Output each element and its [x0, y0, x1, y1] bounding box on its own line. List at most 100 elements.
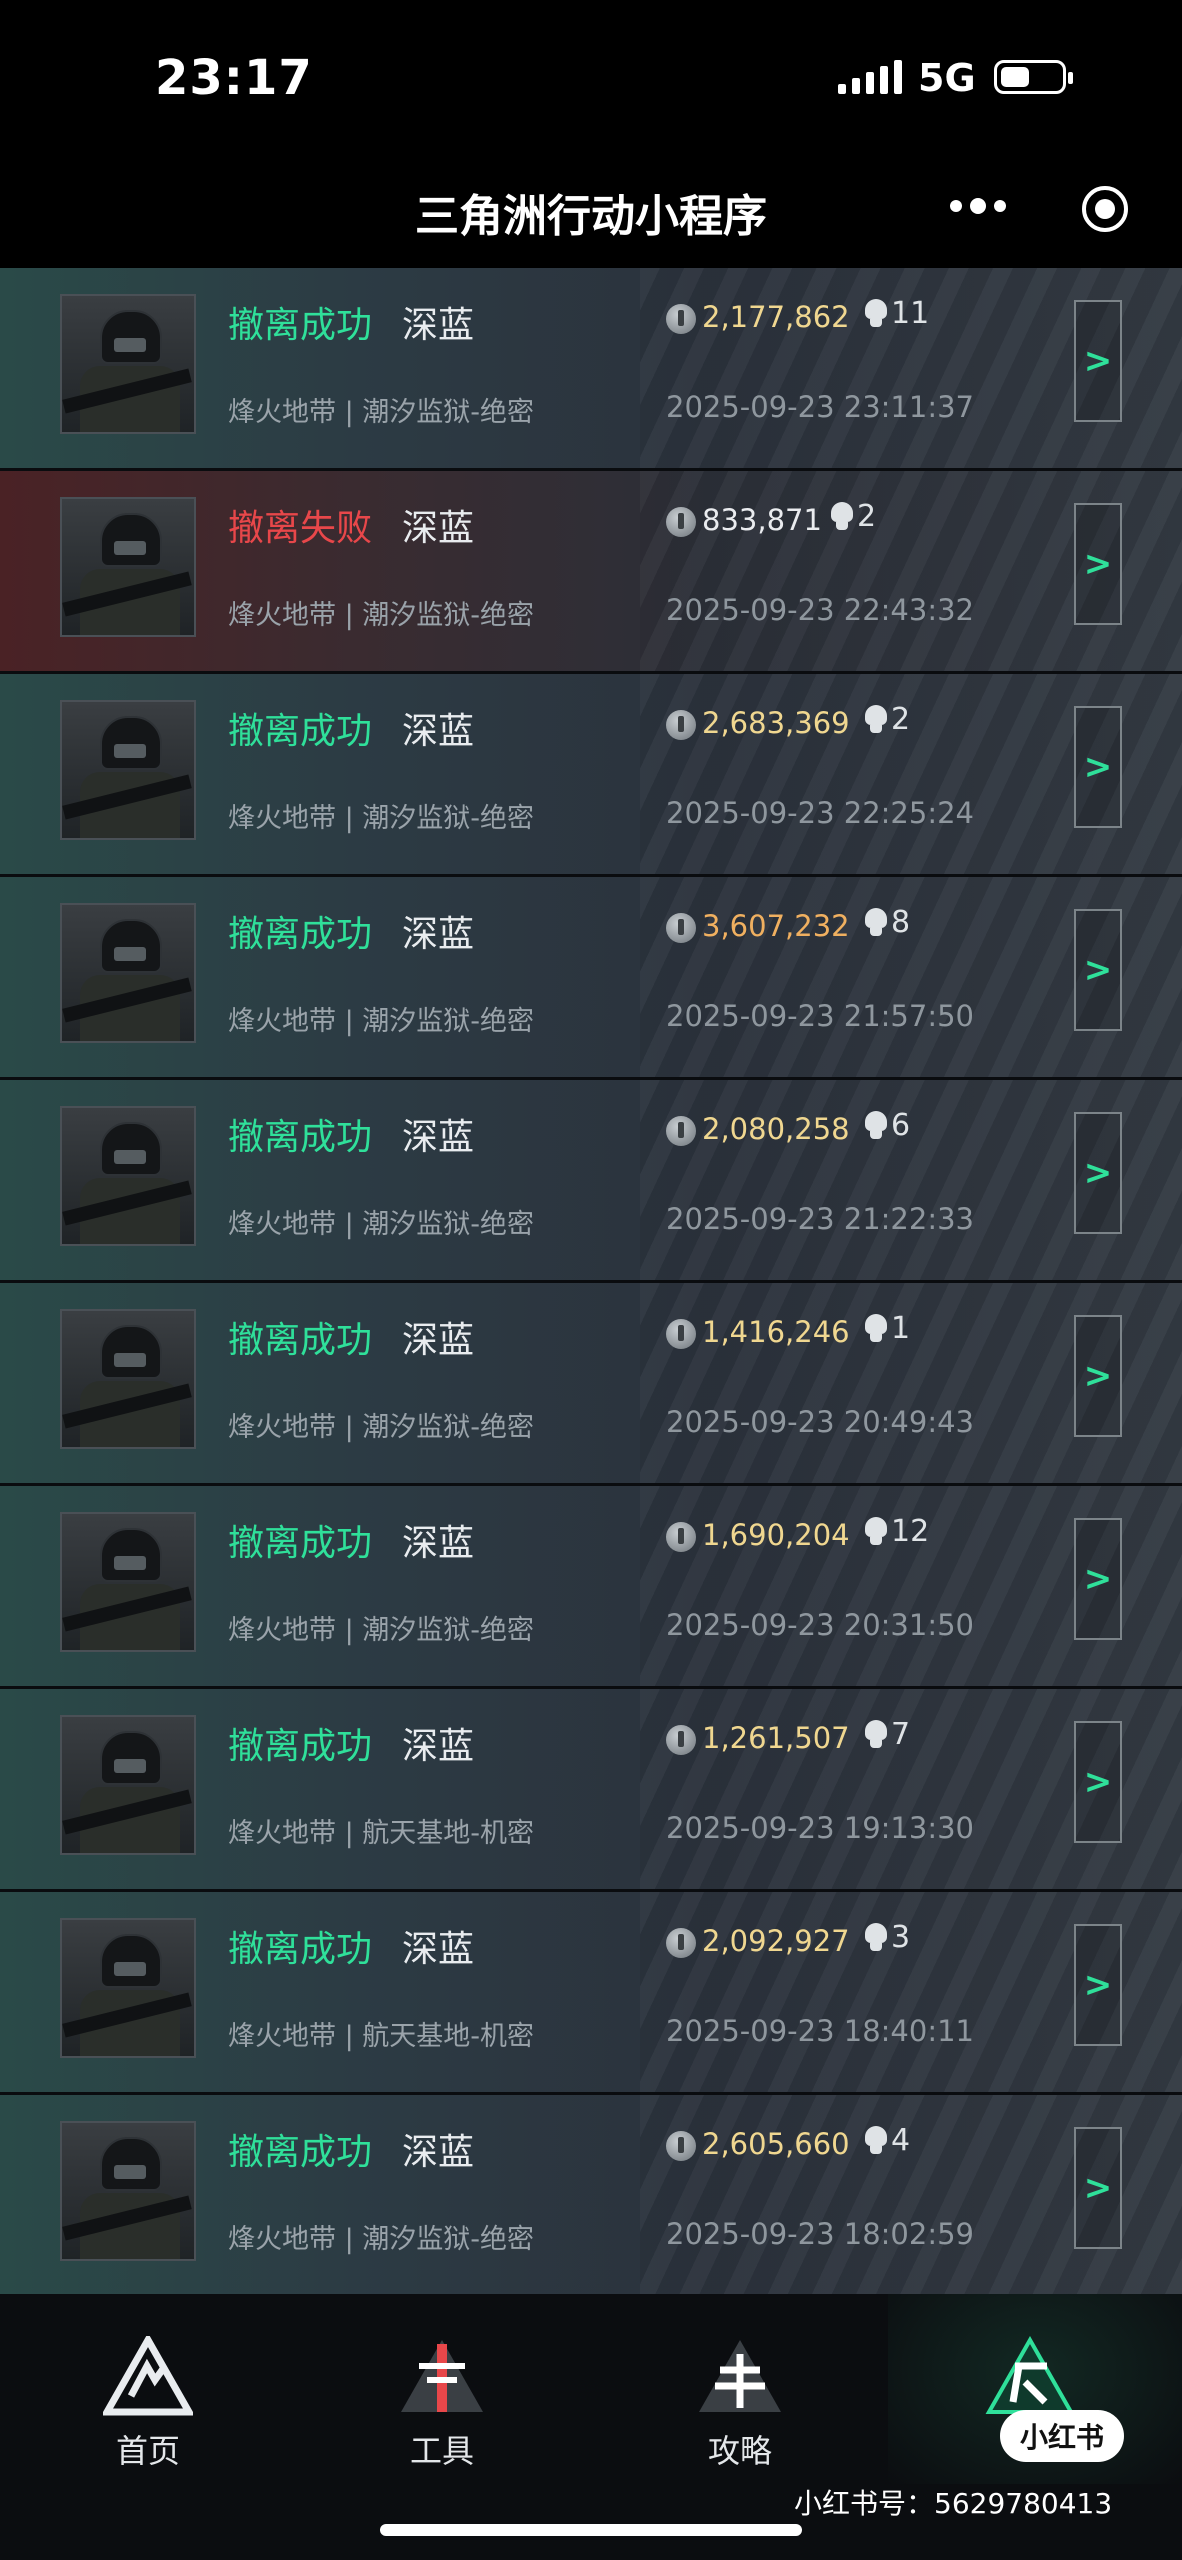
tab-label: 工具	[409, 2432, 474, 2470]
extraction-status: 撤离成功	[228, 305, 373, 346]
player-name: 深蓝	[402, 1726, 475, 1767]
coin-icon	[666, 913, 696, 943]
detail-button[interactable]: >	[1074, 1721, 1122, 1843]
extraction-status: 撤离成功	[228, 1726, 373, 1767]
chevron-right-icon: >	[1083, 950, 1113, 990]
coin-icon	[666, 1522, 696, 1552]
match-record-row[interactable]: 撤离失败 深蓝 烽火地带 | 潮汐监狱-绝密 833,871 2 2025-09…	[0, 471, 1182, 671]
skull-icon	[829, 501, 855, 532]
status-bar: 23:17 5G	[0, 0, 1182, 150]
kill-count: 12	[891, 1514, 930, 1549]
player-name: 深蓝	[402, 508, 475, 549]
home-indicator	[380, 2524, 802, 2536]
operator-avatar	[60, 700, 196, 840]
map-mode: 烽火地带 | 潮汐监狱-绝密	[228, 1615, 535, 1646]
kills-group: 7	[863, 1717, 910, 1752]
home-icon	[103, 2336, 193, 2416]
tab-home[interactable]: 首页	[48, 2336, 248, 2472]
chevron-right-icon: >	[1083, 1965, 1113, 2005]
match-datetime: 2025-09-23 22:43:32	[666, 593, 974, 627]
battery-icon	[994, 60, 1073, 94]
close-mini-program-icon[interactable]	[1082, 186, 1128, 232]
map-mode: 烽火地带 | 航天基地-机密	[228, 1818, 535, 1849]
extraction-status: 撤离成功	[228, 1320, 373, 1361]
extraction-status: 撤离失败	[228, 508, 373, 549]
detail-button[interactable]: >	[1074, 1315, 1122, 1437]
chevron-right-icon: >	[1083, 1153, 1113, 1193]
loot-value: 2,683,369	[702, 706, 850, 740]
player-name: 深蓝	[402, 1320, 475, 1361]
match-record-row[interactable]: 撤离成功 深蓝 烽火地带 | 潮汐监狱-绝密 3,607,232 8 2025-…	[0, 877, 1182, 1077]
kills-group: 8	[863, 905, 910, 940]
kill-count: 11	[891, 296, 930, 331]
match-record-row[interactable]: 撤离成功 深蓝 烽火地带 | 潮汐监狱-绝密 1,416,246 1 2025-…	[0, 1283, 1182, 1483]
chevron-right-icon: >	[1083, 1356, 1113, 1396]
kills-group: 12	[863, 1514, 929, 1549]
operator-avatar	[60, 1715, 196, 1855]
kills-group: 4	[863, 2123, 910, 2158]
detail-button[interactable]: >	[1074, 1518, 1122, 1640]
operator-avatar	[60, 497, 196, 637]
match-record-row[interactable]: 撤离成功 深蓝 烽火地带 | 潮汐监狱-绝密 2,605,660 4 2025-…	[0, 2095, 1182, 2295]
chevron-right-icon: >	[1083, 544, 1113, 584]
player-name: 深蓝	[402, 1117, 475, 1158]
loot-value: 2,080,258	[702, 1112, 850, 1146]
watermark: 小红书号：5629780413	[794, 2487, 1113, 2520]
detail-button[interactable]: >	[1074, 706, 1122, 828]
kills-group: 1	[863, 1311, 910, 1346]
coin-icon	[666, 1116, 696, 1146]
match-record-list: 撤离成功 深蓝 烽火地带 | 潮汐监狱-绝密 2,177,862 11 2025…	[0, 268, 1182, 2298]
chevron-right-icon: >	[1083, 1559, 1113, 1599]
match-record-row[interactable]: 撤离成功 深蓝 烽火地带 | 潮汐监狱-绝密 1,690,204 12 2025…	[0, 1486, 1182, 1686]
match-record-row[interactable]: 撤离成功 深蓝 烽火地带 | 航天基地-机密 1,261,507 7 2025-…	[0, 1689, 1182, 1889]
detail-button[interactable]: >	[1074, 909, 1122, 1031]
loot-value: 1,690,204	[702, 1518, 850, 1552]
skull-icon	[863, 704, 889, 735]
detail-button[interactable]: >	[1074, 503, 1122, 625]
match-record-row[interactable]: 撤离成功 深蓝 烽火地带 | 航天基地-机密 2,092,927 3 2025-…	[0, 1892, 1182, 2092]
match-record-row[interactable]: 撤离成功 深蓝 烽火地带 | 潮汐监狱-绝密 2,177,862 11 2025…	[0, 268, 1182, 468]
kill-count: 3	[891, 1920, 911, 1955]
detail-button[interactable]: >	[1074, 1924, 1122, 2046]
chevron-right-icon: >	[1083, 1762, 1113, 1802]
match-record-row[interactable]: 撤离成功 深蓝 烽火地带 | 潮汐监狱-绝密 2,080,258 6 2025-…	[0, 1080, 1182, 1280]
kill-count: 1	[891, 1311, 911, 1346]
detail-button[interactable]: >	[1074, 300, 1122, 422]
mini-program-capsule	[940, 176, 1162, 242]
map-mode: 烽火地带 | 潮汐监狱-绝密	[228, 1006, 535, 1037]
detail-button[interactable]: >	[1074, 2127, 1122, 2249]
map-mode: 烽火地带 | 潮汐监狱-绝密	[228, 2224, 535, 2255]
player-name: 深蓝	[402, 1523, 475, 1564]
loot-value: 2,177,862	[702, 300, 850, 334]
chevron-right-icon: >	[1083, 747, 1113, 787]
tab-guide[interactable]: 攻略	[640, 2336, 840, 2472]
match-datetime: 2025-09-23 20:31:50	[666, 1608, 974, 1642]
tab-tools[interactable]: 工具	[342, 2336, 542, 2472]
kills-group: 2	[863, 702, 910, 737]
more-icon[interactable]	[950, 198, 1006, 214]
coin-icon	[666, 1725, 696, 1755]
match-record-row[interactable]: 撤离成功 深蓝 烽火地带 | 潮汐监狱-绝密 2,683,369 2 2025-…	[0, 674, 1182, 874]
match-datetime: 2025-09-23 18:02:59	[666, 2217, 974, 2251]
kill-count: 6	[891, 1108, 911, 1143]
loot-value: 1,416,246	[702, 1315, 850, 1349]
tools-icon	[401, 2340, 483, 2412]
loot-value: 833,871	[702, 503, 822, 537]
skull-icon	[863, 298, 889, 329]
match-datetime: 2025-09-23 21:57:50	[666, 999, 974, 1033]
skull-icon	[863, 2125, 889, 2156]
tab-label: 攻略	[707, 2432, 772, 2470]
signal-icon	[838, 60, 902, 94]
skull-icon	[863, 1110, 889, 1141]
skull-icon	[863, 1516, 889, 1547]
player-name: 深蓝	[402, 711, 475, 752]
detail-button[interactable]: >	[1074, 1112, 1122, 1234]
kill-count: 8	[891, 905, 911, 940]
chevron-right-icon: >	[1083, 341, 1113, 381]
match-datetime: 2025-09-23 20:49:43	[666, 1405, 974, 1439]
map-mode: 烽火地带 | 潮汐监狱-绝密	[228, 803, 535, 834]
operator-avatar	[60, 1106, 196, 1246]
match-datetime: 2025-09-23 22:25:24	[666, 796, 974, 830]
kills-group: 6	[863, 1108, 910, 1143]
skull-icon	[863, 1922, 889, 1953]
